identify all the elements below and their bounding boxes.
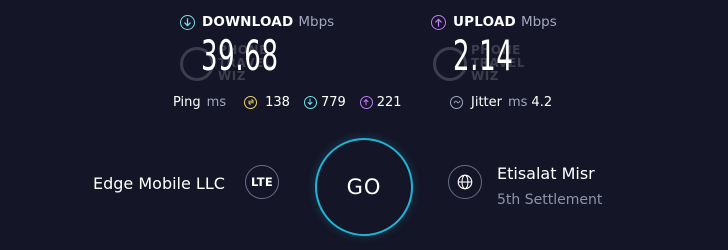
download-unit: Mbps: [298, 14, 335, 30]
ping-upload-icon: [359, 95, 373, 109]
jitter-unit: ms: [507, 94, 528, 110]
upload-label: UPLOAD: [453, 14, 516, 30]
ping-download-value: 779: [320, 94, 346, 110]
ping-label: Ping: [173, 94, 201, 110]
connection-type-badge: LTE: [245, 165, 279, 199]
upload-unit: Mbps: [520, 14, 557, 30]
arrow-down-circle-icon: [180, 14, 195, 30]
jitter-icon: [450, 95, 463, 109]
upload-header: UPLOAD Mbps: [431, 12, 557, 32]
ping-idle-value: 138: [265, 94, 290, 110]
server-globe-badge[interactable]: [448, 165, 482, 199]
go-label: GO: [346, 175, 382, 199]
server-location: 5th Settlement: [497, 192, 603, 208]
ping-download-icon: [303, 95, 317, 109]
ping-idle-icon: [244, 95, 258, 109]
connection-type-label: LTE: [250, 175, 274, 189]
ping-row: Ping ms 138 779 221: [173, 92, 416, 112]
download-header: DOWNLOAD Mbps: [180, 12, 334, 32]
arrow-up-circle-icon: [431, 14, 446, 30]
download-label: DOWNLOAD: [202, 14, 294, 30]
ping-upload-value: 221: [376, 94, 402, 110]
globe-icon: [457, 174, 473, 190]
go-button[interactable]: GO: [315, 138, 413, 236]
server-name[interactable]: Etisalat Misr: [497, 164, 595, 183]
download-value: 39.68: [201, 31, 279, 80]
ping-unit: ms: [206, 94, 227, 110]
jitter-value: 4.2: [531, 94, 553, 110]
upload-value: 2.14: [453, 31, 514, 80]
jitter-label: Jitter: [471, 94, 502, 110]
provider-name: Edge Mobile LLC: [93, 174, 225, 193]
jitter-row: Jitter ms 4.2: [450, 92, 566, 112]
